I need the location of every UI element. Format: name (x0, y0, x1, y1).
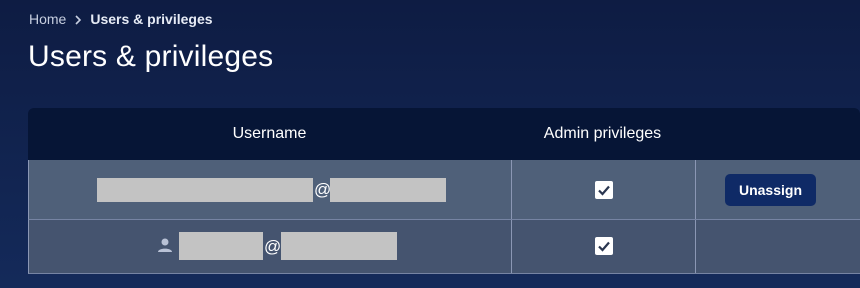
checkbox-checked-icon (598, 185, 610, 196)
action-cell: Unassign (695, 160, 860, 219)
username-cell: @ (29, 220, 512, 273)
admin-checkbox[interactable] (595, 237, 613, 255)
admin-checkbox[interactable] (595, 181, 613, 199)
breadcrumb-current: Users & privileges (90, 11, 213, 27)
redacted-domain (330, 178, 446, 202)
checkbox-checked-icon (598, 241, 610, 252)
column-header-username: Username (232, 125, 307, 142)
chevron-right-icon (72, 13, 84, 25)
table-row: @ Unassign (28, 160, 860, 220)
redacted-domain (281, 232, 397, 260)
redacted-username (97, 178, 313, 202)
admin-privileges-cell (511, 160, 695, 219)
admin-privileges-cell (511, 220, 695, 273)
table-header: Username Admin privileges (28, 108, 860, 160)
column-header-admin-privileges: Admin privileges (543, 125, 662, 142)
person-icon (156, 236, 174, 254)
users-table: Username Admin privileges @ Unassign @ (28, 108, 860, 274)
breadcrumb-home-link[interactable]: Home (29, 11, 66, 27)
breadcrumb: Home Users & privileges (29, 10, 213, 28)
action-cell (695, 220, 860, 273)
at-sign: @ (314, 180, 332, 199)
unassign-button[interactable]: Unassign (725, 174, 816, 206)
at-sign: @ (264, 237, 282, 256)
redacted-username (179, 232, 263, 260)
table-row: @ (28, 220, 860, 274)
page-title: Users & privileges (28, 40, 274, 73)
username-cell: @ (29, 160, 512, 219)
